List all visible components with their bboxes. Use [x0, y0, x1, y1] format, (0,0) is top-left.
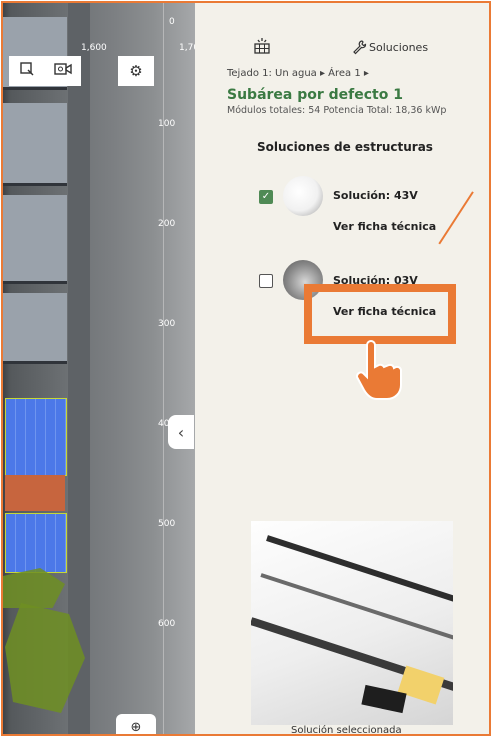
- camera-icon[interactable]: [53, 62, 72, 80]
- subarea-title: Subárea por defecto 1: [227, 87, 403, 103]
- building-roof: [3, 293, 67, 364]
- rail-profile: [266, 535, 453, 606]
- aerial-map[interactable]: 0 1,600 1,70 100 200 300 40 500 600 ⚙ ‹ …: [3, 3, 195, 734]
- subarea-info: Módulos totales: 54 Potencia Total: 18,3…: [227, 105, 447, 116]
- datasheet-link[interactable]: Ver ficha técnica: [333, 305, 436, 318]
- zoom-in-icon[interactable]: ⊕: [116, 714, 156, 734]
- breadcrumb[interactable]: Tejado 1: Un agua ▸ Área 1 ▸: [227, 68, 369, 79]
- tab-solutions-label: Soluciones: [369, 40, 429, 54]
- ruler-tick: 200: [158, 219, 176, 229]
- collapse-panel-button[interactable]: ‹: [168, 415, 194, 449]
- solution-preview-image: [251, 521, 453, 725]
- ruler-tick: 1,600: [81, 43, 107, 53]
- solar-panel-array[interactable]: [5, 513, 67, 573]
- ruler-tick: 600: [158, 619, 176, 629]
- app-frame: 0 1,600 1,70 100 200 300 40 500 600 ⚙ ‹ …: [1, 1, 491, 736]
- ruler-tick: 0: [169, 17, 175, 27]
- solution-checkbox[interactable]: [259, 274, 273, 288]
- side-panel: Soluciones Tejado 1: Un agua ▸ Área 1 ▸ …: [195, 3, 489, 736]
- ruler-tick: 300: [158, 319, 176, 329]
- map-toolbar: [9, 56, 81, 86]
- solution-checkbox[interactable]: ✓: [259, 190, 273, 204]
- wrench-icon: [353, 40, 367, 55]
- building-roof: [3, 103, 67, 186]
- datasheet-link[interactable]: Ver ficha técnica: [333, 220, 436, 233]
- section-title: Soluciones de estructuras: [257, 140, 433, 154]
- gear-icon[interactable]: ⚙: [118, 56, 154, 86]
- building-roof: [3, 195, 67, 284]
- solution-thumbnail: [283, 176, 323, 216]
- select-area-icon[interactable]: [19, 61, 35, 81]
- preview-caption: Solución seleccionada: [291, 725, 402, 736]
- solar-panel-array[interactable]: [5, 398, 67, 476]
- solar-panel-icon[interactable]: [253, 37, 271, 59]
- tab-solutions[interactable]: Soluciones: [351, 39, 428, 55]
- ruler-tick: 1,70: [179, 43, 195, 53]
- solution-name: Solución: 43V: [333, 189, 418, 202]
- ruler-tick: 100: [158, 119, 176, 129]
- callout-line: [438, 191, 474, 245]
- obstacle-area[interactable]: [5, 475, 65, 511]
- pointer-hand-icon: [353, 339, 403, 407]
- ruler-tick: 500: [158, 519, 176, 529]
- vegetation-zone: [3, 568, 65, 608]
